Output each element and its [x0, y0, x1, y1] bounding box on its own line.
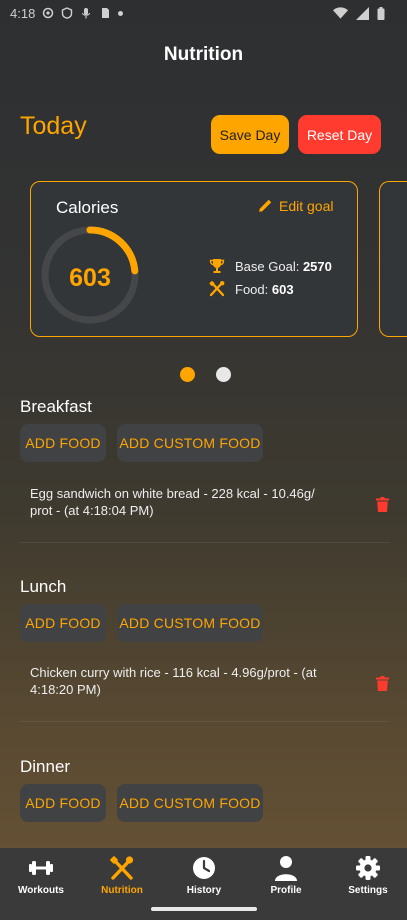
nav-label: Profile — [270, 885, 302, 896]
entry-line: Chicken curry with rice - 116 kcal - 4.9… — [30, 665, 317, 680]
entry-line: 4:18:20 PM) — [30, 682, 101, 697]
home-indicator[interactable] — [151, 907, 257, 911]
sim-icon — [102, 8, 110, 18]
nav-label: Settings — [348, 885, 388, 896]
shield-icon — [62, 7, 73, 19]
edit-goal-label: Edit goal — [279, 197, 334, 214]
nav-item-profile[interactable]: Profile — [246, 854, 326, 896]
dinner-add-custom-food-button[interactable]: ADD CUSTOM FOOD — [117, 784, 263, 822]
breakfast-heading: Breakfast — [20, 397, 92, 416]
entry-line: prot - (at 4:18:04 PM) — [30, 503, 154, 518]
delete-breakfast-entry-icon[interactable] — [376, 497, 389, 512]
person-icon — [275, 856, 297, 881]
divider — [20, 542, 390, 543]
nav-label: History — [186, 885, 222, 896]
nav-item-history[interactable]: History — [164, 854, 244, 896]
lunch-heading: Lunch — [20, 577, 67, 596]
base-goal-label: Base Goal: — [235, 258, 300, 274]
battery-icon — [377, 6, 385, 20]
dinner-add-food-button[interactable]: ADD FOOD — [20, 784, 106, 822]
divider — [20, 721, 390, 722]
base-goal-stat: Base Goal: 2570 — [208, 257, 332, 275]
save-day-button[interactable]: Save Day — [211, 115, 289, 154]
calories-card[interactable]: Calories Edit goal 603 Base Goal: 2570 F… — [30, 181, 358, 337]
today-heading: Today — [20, 112, 87, 140]
focus-icon — [43, 7, 54, 19]
nav-item-settings[interactable]: Settings — [328, 854, 407, 896]
dumbbell-icon — [29, 861, 53, 875]
clock-icon — [193, 857, 215, 879]
page-title: Nutrition — [163, 44, 244, 65]
food-value: 603 — [271, 281, 294, 297]
fork-knife-icon — [110, 856, 134, 880]
calories-title: Calories — [56, 198, 119, 217]
lunch-add-custom-food-button[interactable]: ADD CUSTOM FOOD — [117, 604, 263, 642]
nav-item-nutrition[interactable]: Nutrition — [82, 854, 162, 896]
trophy-icon — [209, 259, 225, 273]
entry-line: Egg sandwich on white bread - 228 kcal -… — [30, 486, 315, 501]
nav-label: Nutrition — [101, 885, 143, 896]
pager-dot-active[interactable] — [180, 367, 195, 382]
lunch-add-food-button[interactable]: ADD FOOD — [20, 604, 106, 642]
notification-dot-icon — [118, 10, 124, 16]
status-time: 4:18 — [10, 5, 36, 21]
delete-lunch-entry-icon[interactable] — [376, 676, 389, 691]
next-card-peek[interactable] — [379, 181, 407, 337]
edit-goal-button[interactable]: Edit goal — [257, 197, 333, 214]
food-label: Food: — [235, 281, 269, 297]
wifi-icon — [333, 7, 348, 19]
nav-label: Workouts — [18, 885, 64, 896]
breakfast-entry: Egg sandwich on white bread - 228 kcal -… — [30, 485, 360, 519]
breakfast-add-food-button[interactable]: ADD FOOD — [20, 424, 106, 462]
utensils-icon — [209, 281, 225, 297]
pencil-icon — [259, 199, 272, 212]
base-goal-value: 2570 — [302, 258, 332, 274]
nav-item-workouts[interactable]: Workouts — [1, 854, 81, 896]
status-bar: 4:18 — [0, 0, 407, 26]
dinner-heading: Dinner — [20, 757, 71, 776]
breakfast-add-custom-food-button[interactable]: ADD CUSTOM FOOD — [117, 424, 263, 462]
gear-icon — [356, 856, 380, 880]
mic-icon — [82, 8, 91, 19]
reset-day-button[interactable]: Reset Day — [298, 115, 381, 154]
signal-icon — [356, 6, 369, 20]
pager-dot[interactable] — [216, 367, 231, 382]
food-stat: Food: 603 — [208, 280, 294, 298]
lunch-entry: Chicken curry with rice - 116 kcal - 4.9… — [30, 664, 360, 698]
calories-consumed-value: 603 — [69, 264, 111, 292]
